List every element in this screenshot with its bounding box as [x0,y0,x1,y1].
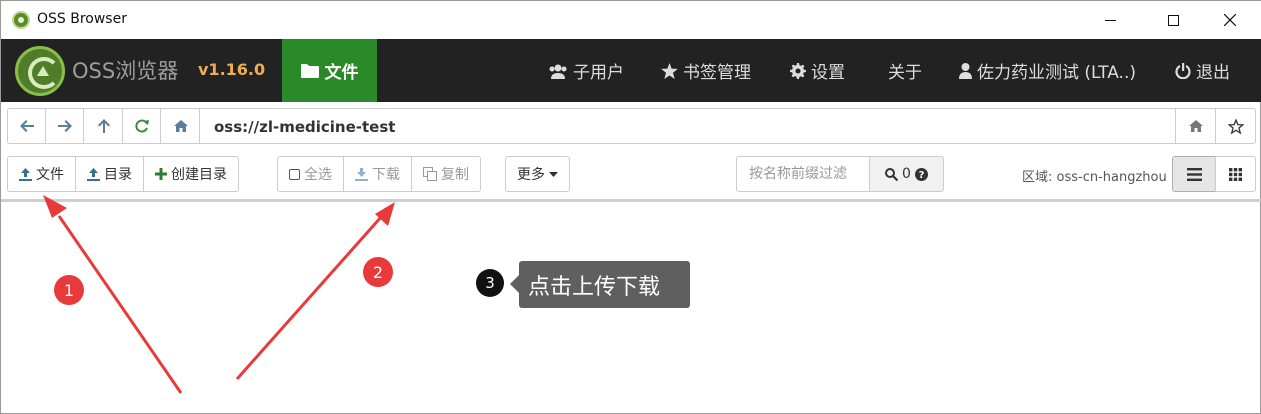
selection-group: 全选 下载 复制 [277,156,481,192]
list-view-button[interactable] [1172,156,1216,192]
maximize-icon [1167,14,1179,26]
nav-logout-label: 退出 [1196,63,1230,83]
annotation-badge-2: 2 [363,257,393,287]
nav-logout[interactable]: 退出 [1175,39,1230,102]
plus-icon [155,168,167,180]
arrow-right-icon [57,120,72,132]
star-outline-icon [1228,118,1244,134]
annotation-badge-3: 3 [476,269,504,297]
svg-text:?: ? [919,170,925,181]
search-count: 0 [902,166,911,182]
arrow-to-download [235,202,395,380]
grid-view-button[interactable] [1215,156,1256,192]
maximize-button[interactable] [1150,1,1196,39]
address-path[interactable]: oss://zl-medicine-test [214,118,395,136]
minimize-button[interactable] [1087,1,1133,39]
address-bar: oss://zl-medicine-test [7,108,1256,144]
forward-button[interactable] [46,109,84,143]
upload-icon [19,167,32,181]
more-group: 更多 [505,156,570,192]
copy-icon [423,167,437,181]
nav-settings[interactable]: 设置 [790,39,845,102]
minimize-icon [1104,19,1116,21]
checkbox-icon [289,168,300,180]
upload-file-label: 文件 [36,167,64,183]
star-icon [661,62,678,79]
brand-name: OSS浏览器 [72,59,179,83]
more-label: 更多 [517,167,545,183]
bookmark-button[interactable] [1215,109,1256,143]
set-home-button[interactable] [1175,109,1215,143]
filter-input[interactable] [736,156,870,192]
version-label: v1.16.0 [198,60,266,79]
close-icon [1224,14,1236,26]
nav-account[interactable]: 佐力药业测试 (LTA..) [959,39,1136,102]
annotation-tooltip: 点击上传下载 [510,261,690,308]
nav-subusers-label: 子用户 [573,63,624,83]
upload-file-button[interactable]: 文件 [8,157,76,191]
up-button[interactable] [85,109,123,143]
refresh-button[interactable] [123,109,161,143]
close-button[interactable] [1207,1,1253,39]
gear-icon [790,62,806,79]
home-icon [1188,120,1203,132]
window-title: OSS Browser [37,11,127,27]
nav-bookmarks-label: 书签管理 [683,63,751,83]
copy-button[interactable]: 复制 [412,157,480,191]
home-icon [173,120,188,132]
search-button[interactable]: 0 ? [869,156,944,192]
upload-dir-label: 目录 [104,167,132,183]
arrow-left-icon [19,120,34,132]
grid-icon [1229,167,1242,181]
upload-icon [87,167,100,181]
copy-label: 复制 [441,167,469,183]
nav-account-label: 佐力药业测试 (LTA..) [977,63,1137,83]
nav-tab-files-label: 文件 [324,63,359,83]
user-icon [959,62,972,79]
back-button[interactable] [8,109,46,143]
help-icon: ? [914,167,928,181]
power-icon [1175,62,1191,79]
nav-about-label: 关于 [888,63,922,83]
nav-about[interactable]: 关于 [888,39,922,102]
app-logo-icon [12,11,30,29]
select-all-button[interactable]: 全选 [278,157,344,191]
brand-logo-icon [15,46,65,96]
folder-icon [300,64,319,78]
region-label: 区域: oss-cn-hangzhou [1022,170,1167,185]
upload-dir-button[interactable]: 目录 [76,157,144,191]
refresh-icon [134,119,149,133]
caret-down-icon [549,171,558,177]
search-icon [885,167,899,181]
users-icon [549,64,567,79]
download-label: 下载 [372,167,400,183]
upload-group: 文件 目录 创建目录 [7,156,239,192]
annotation-badge-1: 1 [54,275,84,305]
nav-tab-files[interactable]: 文件 [282,39,377,102]
arrow-up-icon [97,119,110,133]
create-dir-label: 创建目录 [171,167,227,183]
download-button[interactable]: 下载 [344,157,412,191]
nav-bookmarks[interactable]: 书签管理 [661,39,751,102]
list-icon [1186,167,1202,181]
nav-settings-label: 设置 [811,63,845,83]
title-bar: OSS Browser [1,1,1261,39]
create-dir-button[interactable]: 创建目录 [144,157,238,191]
main-navbar: OSS浏览器 v1.16.0 文件 子用户 书签管理 设置 关于 佐力药业测试 … [1,39,1261,102]
more-dropdown-button[interactable]: 更多 [506,157,569,191]
download-icon [355,167,368,181]
nav-subusers[interactable]: 子用户 [548,39,624,102]
home-button[interactable] [162,109,200,143]
select-all-label: 全选 [304,167,332,183]
app-window: OSS Browser OSS浏览器 v1.16.0 文件 子用户 书签管理 设… [0,0,1261,414]
